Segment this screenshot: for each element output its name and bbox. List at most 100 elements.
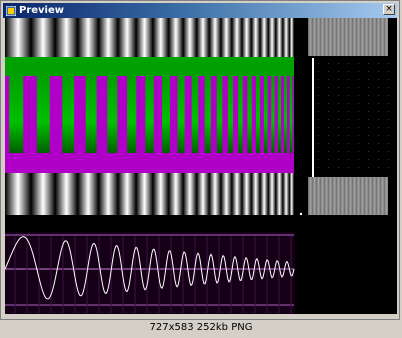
- panel-line: [350, 18, 351, 56]
- gray-stripe: [282, 18, 290, 57]
- grid-dot: [358, 151, 359, 152]
- grid-dot: [368, 151, 369, 152]
- green-bar: [263, 76, 268, 153]
- gray-stripe: [231, 173, 242, 215]
- grid-dot: [378, 63, 379, 64]
- green-bar: [177, 76, 185, 153]
- grid-dot: [388, 151, 389, 152]
- gray-stripe: [152, 173, 169, 215]
- panel-line: [368, 177, 369, 215]
- panel-line: [368, 18, 369, 56]
- panel-line: [348, 18, 349, 56]
- image-caption: 727x583 252kb PNG: [149, 322, 253, 333]
- panel-line: [380, 18, 381, 56]
- gray-stripe: [152, 18, 169, 57]
- panel-line: [338, 177, 339, 215]
- panel-line: [316, 18, 317, 56]
- panel-line: [338, 18, 339, 56]
- grid-dot: [368, 87, 369, 88]
- green-bar: [284, 76, 287, 153]
- preview-canvas: [5, 18, 397, 314]
- panel-line: [386, 177, 387, 215]
- grid-dot: [338, 127, 339, 128]
- grid-dot: [348, 127, 349, 128]
- panel-line: [322, 18, 323, 56]
- gray-stripe: [183, 173, 197, 215]
- grid-dot: [358, 127, 359, 128]
- gray-stripe: [77, 18, 99, 57]
- gray-stripe: [196, 18, 210, 57]
- grid-dot: [338, 143, 339, 144]
- panel-line: [348, 177, 349, 215]
- gray-stripe: [118, 173, 137, 215]
- panel-line: [308, 177, 309, 215]
- grid-dot: [378, 79, 379, 80]
- close-button[interactable]: ×: [383, 4, 395, 15]
- gray-stripe: [289, 173, 294, 215]
- grid-dot: [368, 135, 369, 136]
- gray-stripe: [168, 173, 184, 215]
- grid-dot: [378, 95, 379, 96]
- panel-line: [312, 177, 313, 215]
- grid-dot: [338, 87, 339, 88]
- panel-line: [372, 177, 373, 215]
- panel-line: [354, 18, 355, 56]
- grid-dot: [318, 103, 319, 104]
- panel-line: [328, 177, 329, 215]
- waveform-panel: [5, 232, 295, 314]
- panel-line: [342, 18, 343, 56]
- panel-line: [330, 177, 331, 215]
- grid-dot: [368, 167, 369, 168]
- panel-line: [332, 18, 333, 56]
- panel-line: [358, 18, 359, 56]
- grid-dot: [318, 63, 319, 64]
- grid-dot: [328, 79, 329, 80]
- grid-dot: [338, 159, 339, 160]
- gray-stripe: [31, 18, 56, 57]
- green-bar: [216, 76, 223, 153]
- grid-dot: [328, 95, 329, 96]
- panel-line: [340, 18, 341, 56]
- gray-stripe: [136, 173, 153, 215]
- panel-line: [346, 18, 347, 56]
- gray-stripe: [5, 18, 31, 57]
- gray-stripe: [5, 173, 31, 215]
- panel-line: [354, 177, 355, 215]
- grid-dot: [358, 135, 359, 136]
- panel-line: [344, 18, 345, 56]
- grid-dot: [338, 63, 339, 64]
- grid-dot: [368, 95, 369, 96]
- panel-line: [342, 177, 343, 215]
- grid-dot: [378, 151, 379, 152]
- panel-line: [382, 18, 383, 56]
- preview-app-icon: [6, 5, 16, 16]
- grid-dot: [338, 151, 339, 152]
- green-bar: [62, 76, 75, 153]
- panel-line: [326, 177, 327, 215]
- grid-dot: [318, 87, 319, 88]
- grid-dot: [388, 71, 389, 72]
- gray-stripe: [55, 173, 78, 215]
- grid-dot: [358, 71, 359, 72]
- panel-line: [322, 177, 323, 215]
- grid-dot: [318, 143, 319, 144]
- grid-dot: [328, 159, 329, 160]
- grid-dot: [338, 95, 339, 96]
- grid-dot: [388, 127, 389, 128]
- grid-dot: [338, 103, 339, 104]
- grid-dot: [358, 95, 359, 96]
- panel-line: [320, 18, 321, 56]
- gray-stripe: [77, 173, 99, 215]
- right-dot-grid: [318, 63, 389, 168]
- grid-dot: [318, 151, 319, 152]
- grid-dot: [368, 71, 369, 72]
- green-bar: [36, 76, 50, 153]
- panel-line: [334, 18, 335, 56]
- panel-line: [356, 18, 357, 56]
- grid-dot: [358, 79, 359, 80]
- green-bar: [289, 76, 293, 153]
- gray-stripe: [183, 18, 197, 57]
- grid-dot: [388, 87, 389, 88]
- title-bar[interactable]: Preview ×: [3, 3, 397, 18]
- grid-dot: [388, 167, 389, 168]
